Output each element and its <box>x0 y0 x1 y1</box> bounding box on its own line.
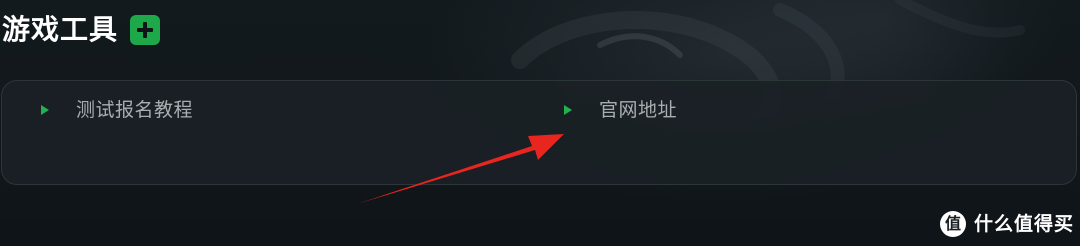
tool-label: 官网地址 <box>599 99 678 121</box>
watermark-text: 什么值得买 <box>973 213 1074 235</box>
tool-link-official-site[interactable]: 官网地址 <box>564 95 677 125</box>
tool-link-signup-tutorial[interactable]: 测试报名教程 <box>41 95 193 125</box>
tool-label: 测试报名教程 <box>76 99 194 121</box>
tools-panel: 测试报名教程 官网地址 <box>1 80 1077 185</box>
play-triangle-icon <box>41 105 49 115</box>
game-tools-page: 游戏工具 测试报名教程 官网地址 值 什么值得买 <box>0 0 1080 246</box>
plus-square-icon[interactable] <box>130 15 161 45</box>
watermark-logo-icon: 值 <box>939 211 966 237</box>
play-triangle-icon <box>564 105 572 115</box>
section-title: 游戏工具 <box>2 13 119 46</box>
section-header: 游戏工具 <box>2 10 161 50</box>
watermark: 值 什么值得买 <box>939 206 1074 242</box>
